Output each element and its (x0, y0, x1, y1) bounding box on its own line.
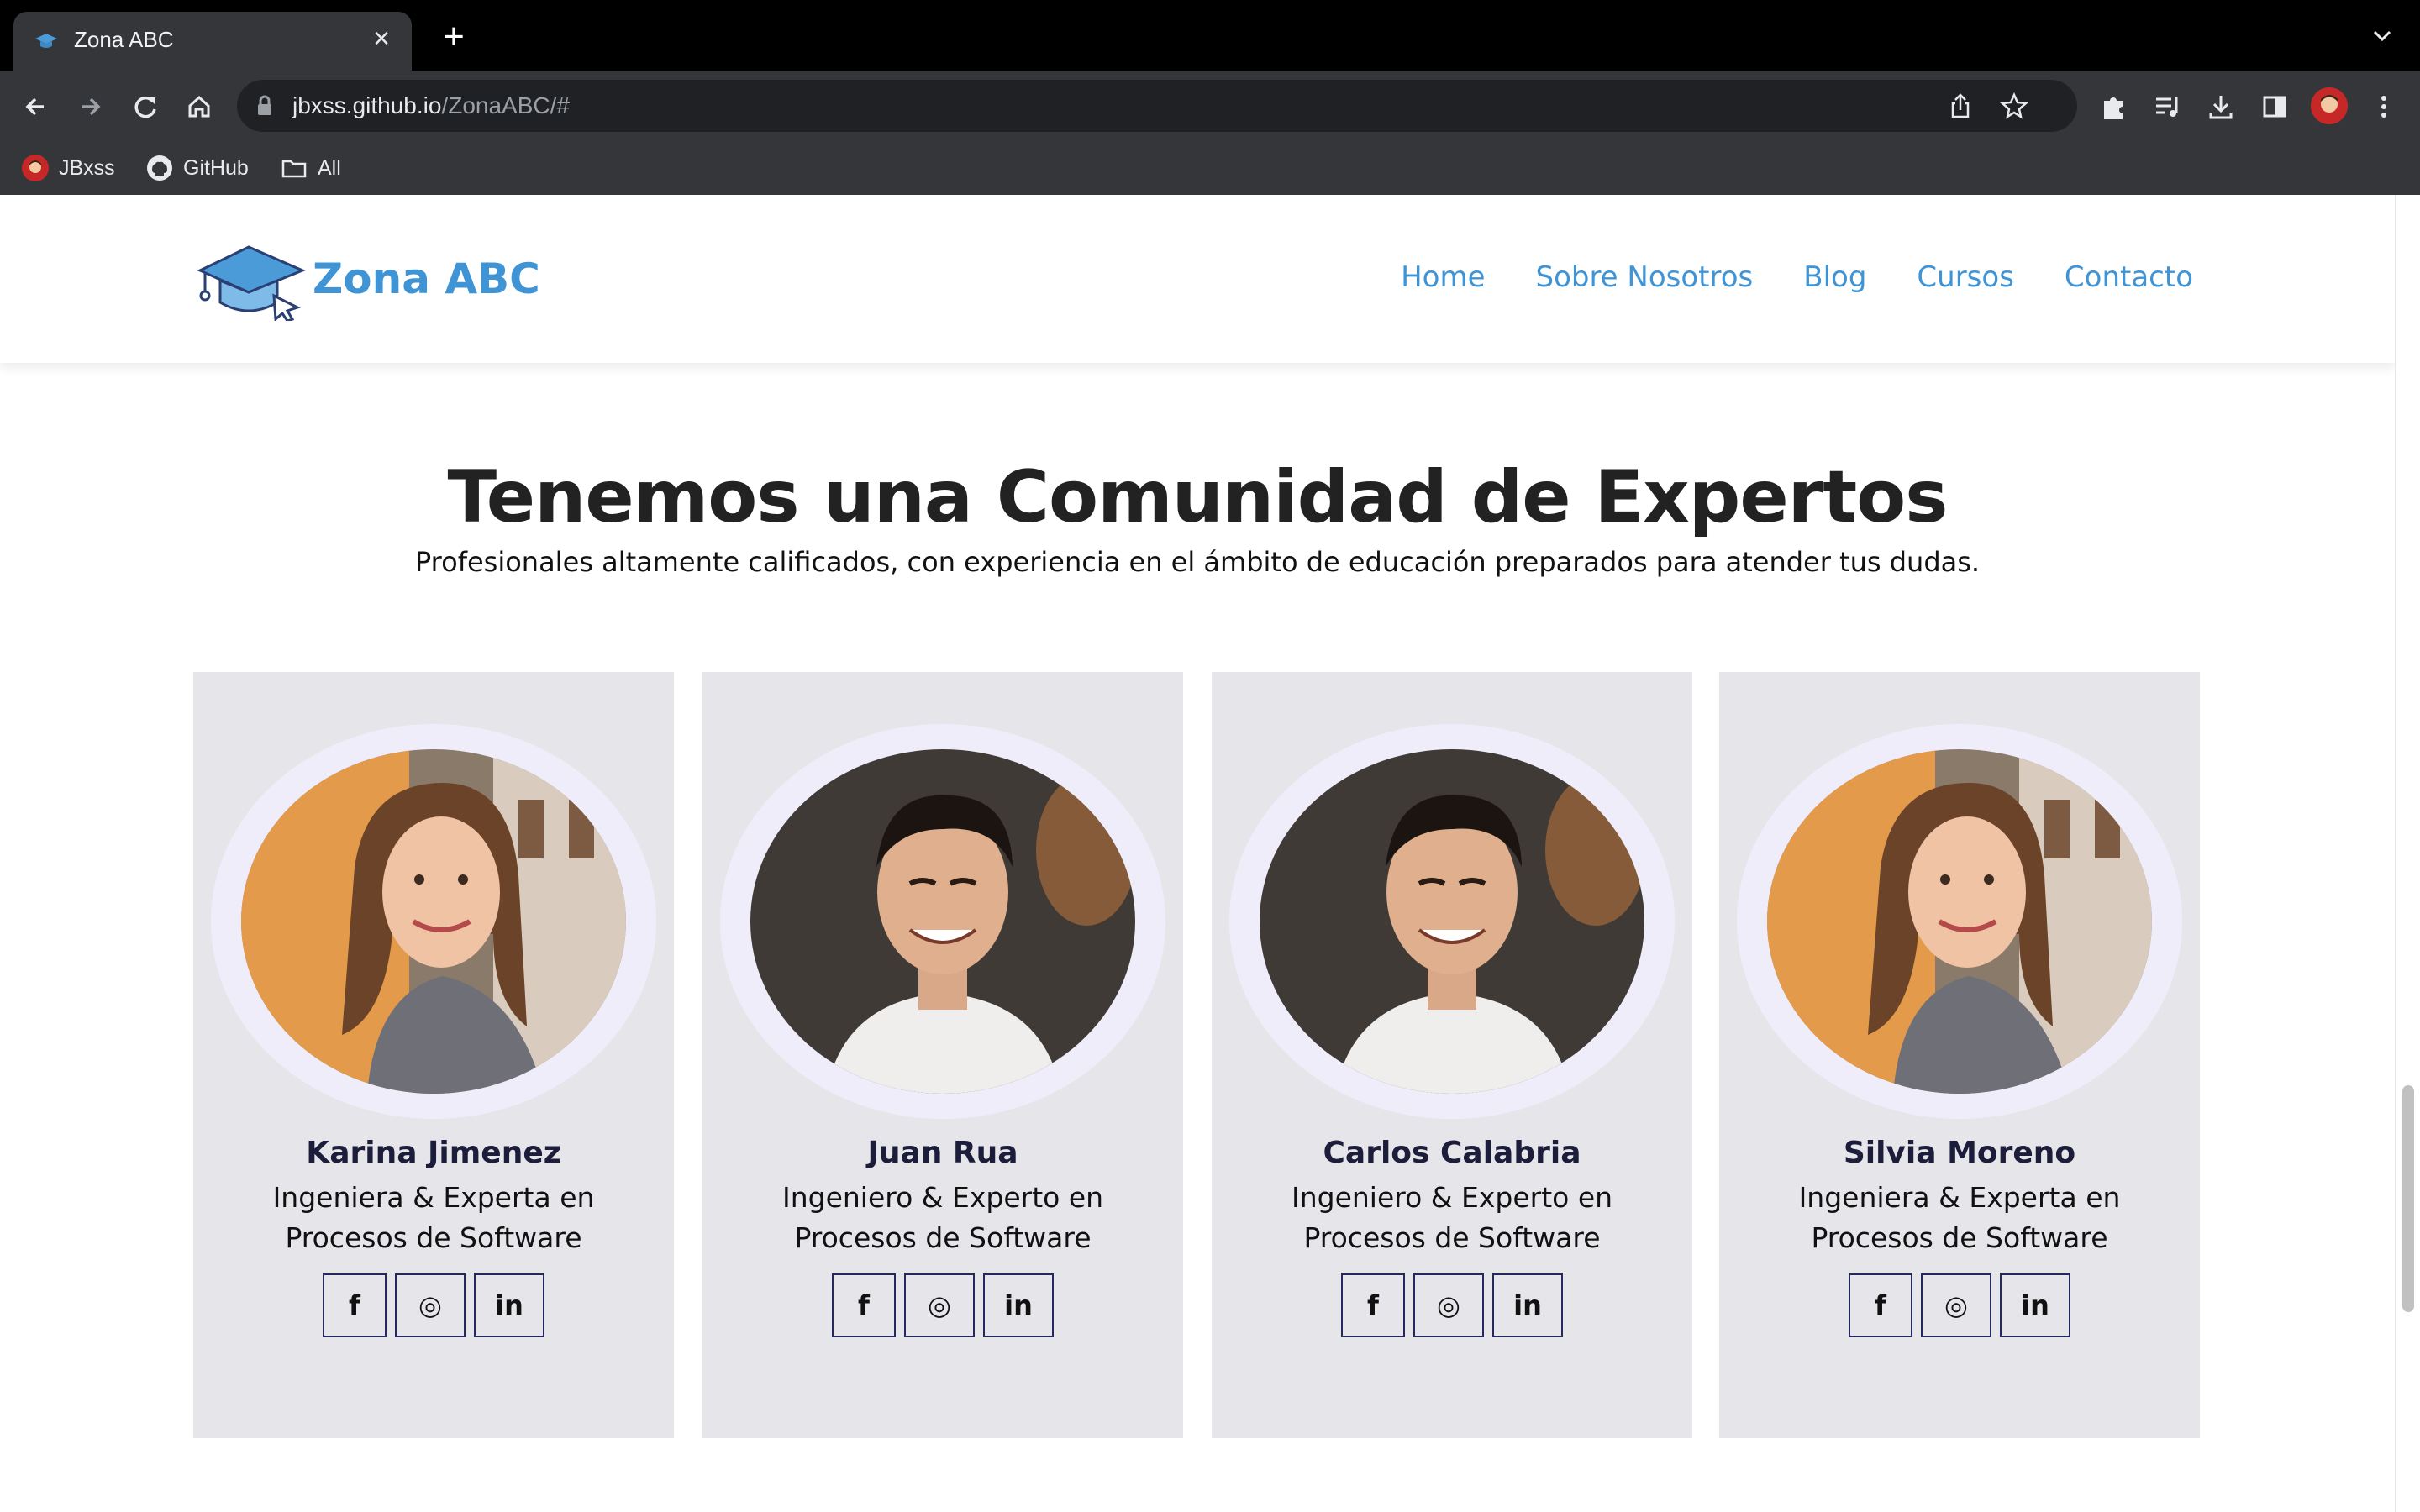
graduation-cap-icon (197, 245, 306, 321)
linkedin-icon: in (1004, 1289, 1033, 1321)
address-bar[interactable]: jbxss.github.io/ZonaABC/# (237, 80, 2077, 132)
instagram-button[interactable]: ◎ (904, 1273, 975, 1337)
bookmarks-bar: JBxss GitHub All (0, 141, 2420, 196)
expert-card: Karina Jimenez Ingeniera & Experta en Pr… (193, 672, 674, 1438)
graduation-cap-icon (35, 34, 57, 48)
scrollbar-thumb[interactable] (2402, 1085, 2414, 1312)
expert-role: Ingeniero & Experto en Procesos de Softw… (781, 1181, 1104, 1254)
extensions-puzzle-icon[interactable] (2097, 91, 2129, 123)
facebook-button[interactable]: f (832, 1273, 896, 1337)
linkedin-button[interactable]: in (1492, 1273, 1563, 1337)
expert-name: Carlos Calabria (1323, 1136, 1581, 1170)
page-scrollbar[interactable] (2395, 195, 2420, 1512)
tab-zona-abc[interactable]: Zona ABC × (13, 12, 412, 71)
section-subtitle: Profesionales altamente calificados, con… (414, 546, 1981, 578)
more-vertical-icon[interactable] (2368, 91, 2400, 123)
home-icon[interactable] (180, 87, 218, 126)
social-links: f ◎ in (193, 1273, 674, 1337)
photo-ring (1737, 724, 2182, 1119)
star-icon[interactable] (2000, 92, 2028, 120)
facebook-icon: f (1367, 1289, 1379, 1321)
facebook-button[interactable]: f (1341, 1273, 1405, 1337)
avatar-icon (22, 155, 49, 181)
linkedin-icon: in (495, 1289, 523, 1321)
facebook-icon: f (349, 1289, 360, 1321)
site-header: Zona ABC Home Sobre Nosotros Blog Cursos… (0, 195, 2395, 363)
instagram-button[interactable]: ◎ (1921, 1273, 1991, 1337)
web-page: Zona ABC Home Sobre Nosotros Blog Cursos… (0, 195, 2395, 1512)
linkedin-button[interactable]: in (983, 1273, 1054, 1337)
facebook-icon: f (1875, 1289, 1886, 1321)
section-title: Tenemos una Comunidad de Expertos (447, 455, 1949, 539)
bookmark-folder-all[interactable]: All (281, 153, 341, 183)
reload-icon[interactable] (126, 87, 165, 126)
close-tab-icon[interactable]: × (366, 24, 397, 54)
linkedin-icon: in (1513, 1289, 1542, 1321)
profile-avatar[interactable] (2311, 87, 2348, 124)
expert-photo (241, 749, 626, 1094)
bookmark-jbxss[interactable]: JBxss (22, 153, 115, 183)
expert-card: Silvia Moreno Ingeniera & Experta en Pro… (1719, 672, 2200, 1438)
media-queue-icon[interactable] (2151, 91, 2183, 123)
instagram-icon: ◎ (418, 1289, 442, 1321)
expert-role: Ingeniera & Experta en Procesos de Softw… (1798, 1181, 2121, 1254)
social-links: f ◎ in (702, 1273, 1183, 1337)
expert-role: Ingeniera & Experta en Procesos de Softw… (272, 1181, 595, 1254)
download-icon[interactable] (2205, 91, 2237, 123)
nav-sobre-nosotros[interactable]: Sobre Nosotros (1535, 260, 1753, 294)
expert-name: Juan Rua (867, 1136, 1018, 1170)
social-links: f ◎ in (1719, 1273, 2200, 1337)
expert-card: Juan Rua Ingeniero & Experto en Procesos… (702, 672, 1183, 1438)
nav-cursos[interactable]: Cursos (1917, 260, 2014, 294)
linkedin-button[interactable]: in (474, 1273, 544, 1337)
url-text: jbxss.github.io/ZonaABC/# (292, 92, 570, 118)
expert-photo (750, 749, 1135, 1094)
new-tab-button[interactable]: + (437, 18, 471, 55)
facebook-button[interactable]: f (1849, 1273, 1912, 1337)
avatar-icon (2311, 87, 2348, 124)
linkedin-icon: in (2021, 1289, 2049, 1321)
side-panel-icon[interactable] (2259, 91, 2291, 123)
instagram-icon: ◎ (928, 1289, 951, 1321)
main-nav: Home Sobre Nosotros Blog Cursos Contacto (1401, 260, 2193, 294)
expert-card: Carlos Calabria Ingeniero & Experto en P… (1212, 672, 1692, 1438)
nav-contacto[interactable]: Contacto (2065, 260, 2193, 294)
social-links: f ◎ in (1212, 1273, 1692, 1337)
expert-photo (1260, 749, 1644, 1094)
site-logo[interactable]: Zona ABC (195, 237, 540, 321)
browser-toolbar: jbxss.github.io/ZonaABC/# (0, 71, 2420, 141)
logo-text: Zona ABC (313, 255, 540, 303)
expert-role: Ingeniero & Experto en Procesos de Softw… (1291, 1181, 1613, 1254)
facebook-button[interactable]: f (323, 1273, 387, 1337)
photo-ring (1229, 724, 1675, 1119)
instagram-button[interactable]: ◎ (1413, 1273, 1484, 1337)
folder-icon (281, 160, 307, 178)
photo-ring (720, 724, 1165, 1119)
nav-home[interactable]: Home (1401, 260, 1485, 294)
expert-name: Silvia Moreno (1843, 1136, 2076, 1170)
instagram-button[interactable]: ◎ (395, 1273, 466, 1337)
photo-ring (211, 724, 656, 1119)
expert-photo (1767, 749, 2152, 1094)
github-icon (147, 155, 172, 181)
nav-blog[interactable]: Blog (1803, 260, 1866, 294)
lock-icon (258, 95, 271, 115)
forward-arrow-icon[interactable] (71, 87, 109, 126)
tab-strip: Zona ABC × + (0, 0, 2420, 71)
expert-name: Karina Jimenez (306, 1136, 561, 1170)
chevron-down-icon[interactable] (2370, 24, 2395, 49)
linkedin-button[interactable]: in (2000, 1273, 2070, 1337)
facebook-icon: f (858, 1289, 870, 1321)
back-arrow-icon[interactable] (17, 87, 55, 126)
tab-title: Zona ABC (74, 27, 174, 52)
instagram-icon: ◎ (1944, 1289, 1968, 1321)
bookmark-github[interactable]: GitHub (146, 153, 249, 183)
instagram-icon: ◎ (1437, 1289, 1460, 1321)
share-icon[interactable] (1946, 92, 1975, 120)
